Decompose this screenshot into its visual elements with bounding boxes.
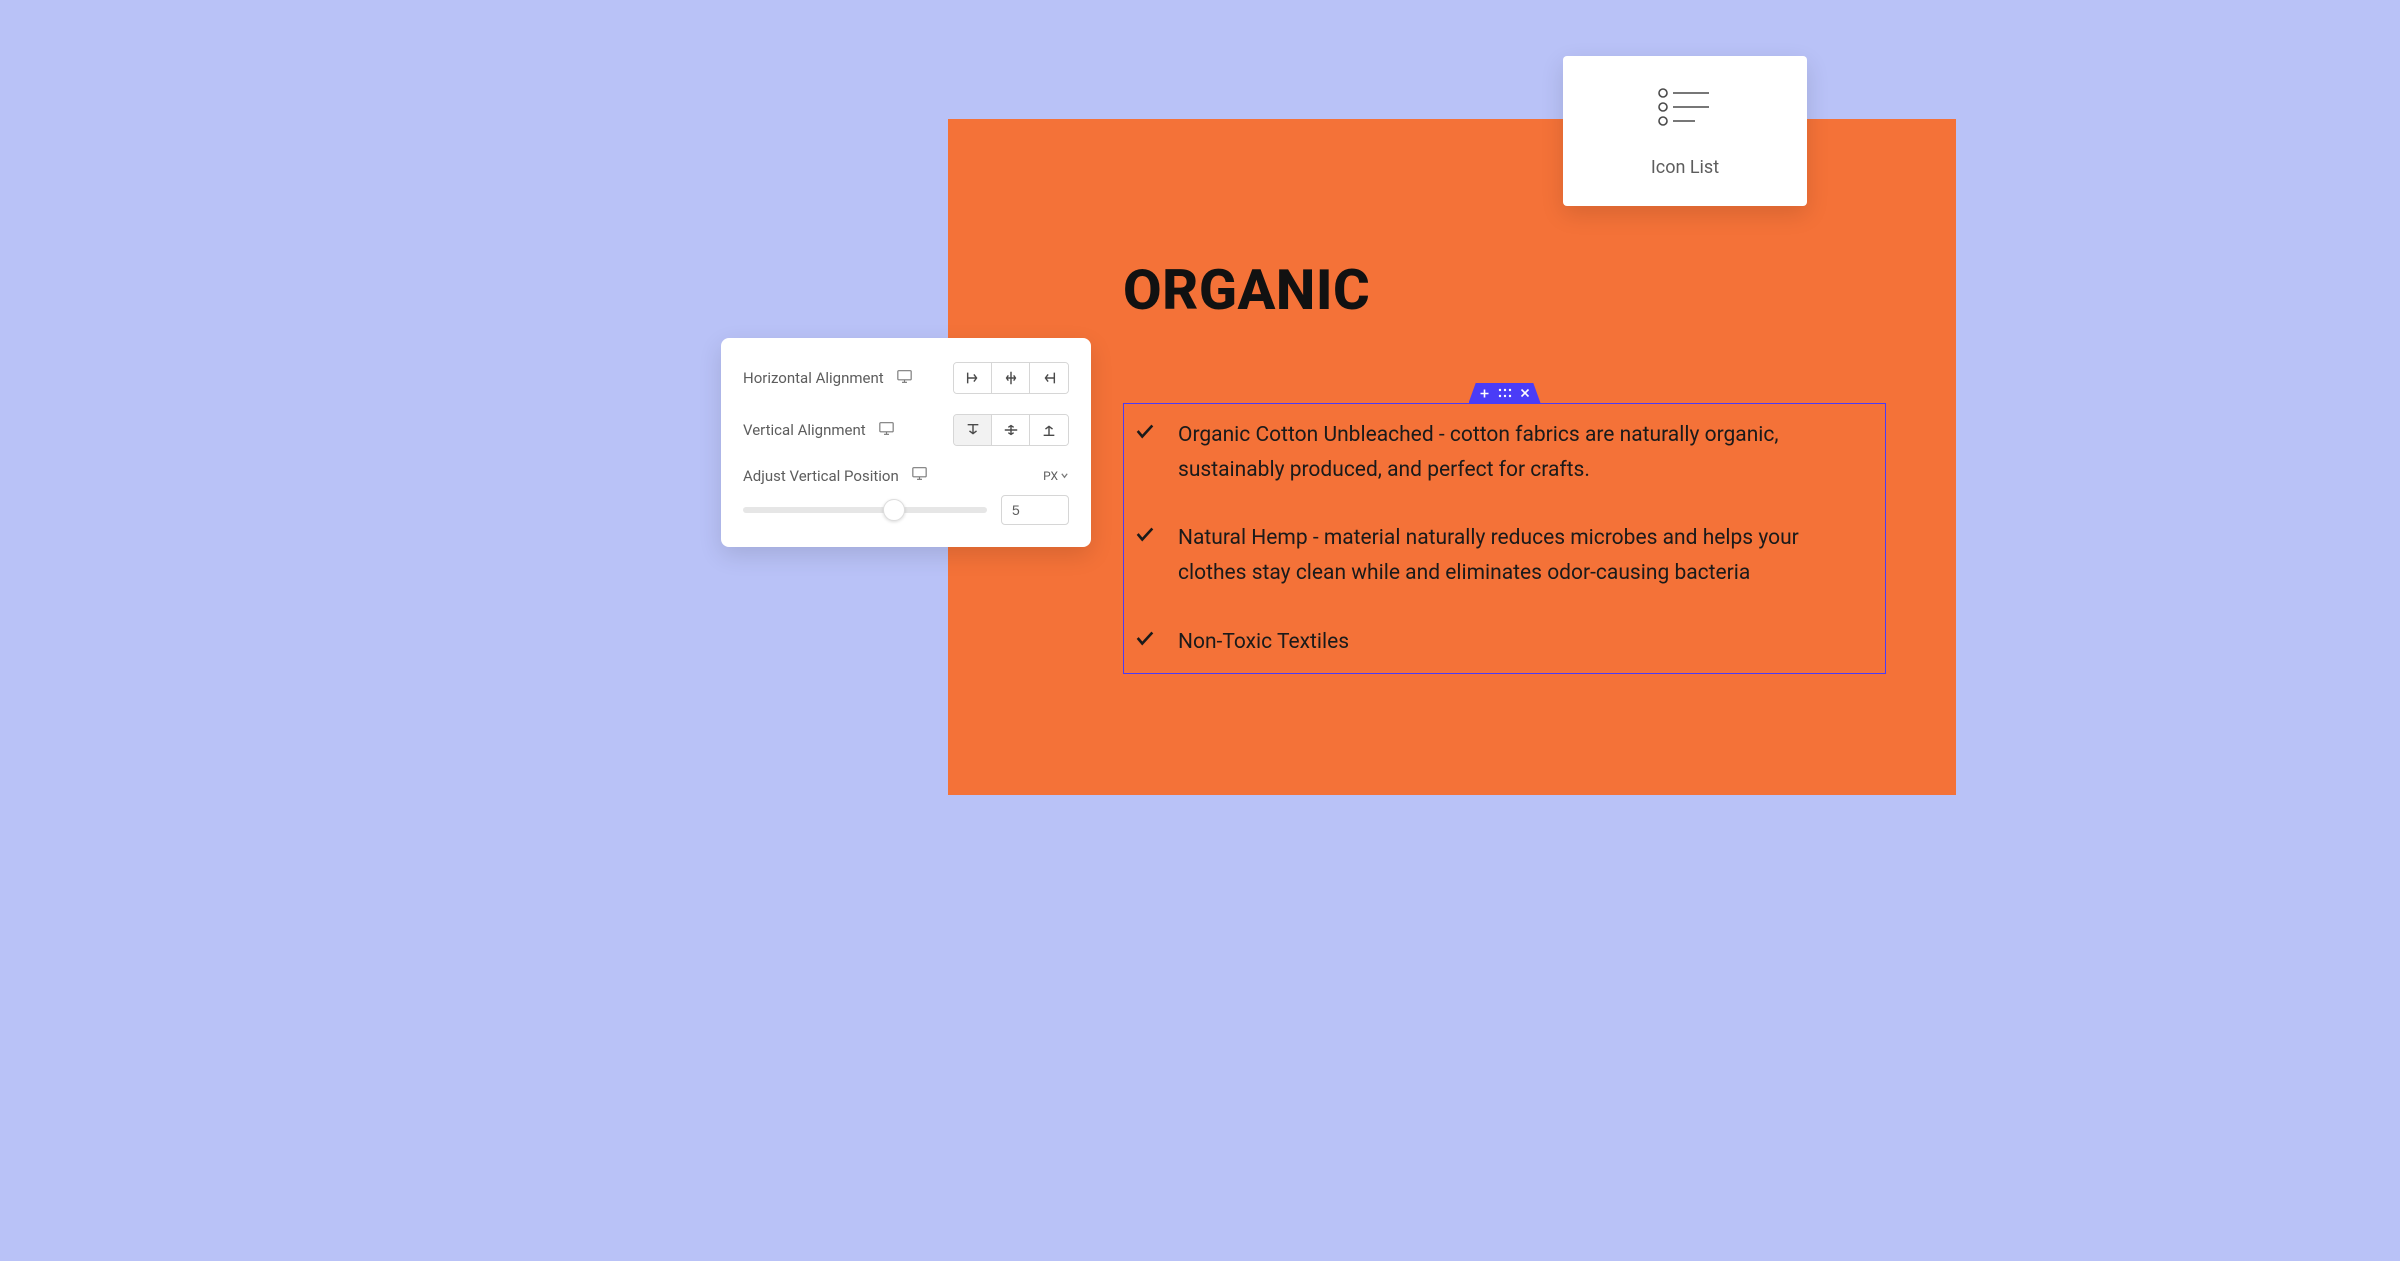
unit-label: PX xyxy=(1043,469,1058,483)
slider-row xyxy=(743,495,1069,525)
slider-thumb[interactable] xyxy=(883,499,905,521)
plus-icon[interactable] xyxy=(1479,388,1490,399)
check-icon xyxy=(1134,521,1156,549)
list-item: Organic Cotton Unbleached - cotton fabri… xyxy=(1134,418,1867,487)
vertical-align-group xyxy=(953,414,1069,446)
list-item: Non-Toxic Textiles xyxy=(1134,625,1867,660)
align-right-button[interactable] xyxy=(1030,363,1068,393)
canvas-panel: ORGANIC xyxy=(948,119,1956,795)
drag-handle-icon[interactable] xyxy=(1498,388,1512,398)
widget-toolbar xyxy=(1469,383,1541,403)
desktop-icon[interactable] xyxy=(911,466,928,485)
widget-card-label: Icon List xyxy=(1651,157,1719,178)
horizontal-alignment-label: Horizontal Alignment xyxy=(743,369,884,387)
align-left-button[interactable] xyxy=(954,363,992,393)
horizontal-align-group xyxy=(953,362,1069,394)
icon-list-widget-wrapper: Organic Cotton Unbleached - cotton fabri… xyxy=(1123,403,1886,674)
list-item-text: Non-Toxic Textiles xyxy=(1178,625,1867,660)
desktop-icon[interactable] xyxy=(896,369,913,388)
desktop-icon[interactable] xyxy=(878,421,895,440)
adjust-vertical-row: Adjust Vertical Position PX xyxy=(743,466,1069,485)
check-icon xyxy=(1134,418,1156,446)
list-item-text: Organic Cotton Unbleached - cotton fabri… xyxy=(1178,418,1867,487)
close-icon[interactable] xyxy=(1520,388,1530,398)
alignment-control-panel: Horizontal Alignment Vertical Alignme xyxy=(721,338,1091,547)
align-top-button[interactable] xyxy=(954,415,992,445)
unit-dropdown[interactable]: PX xyxy=(1043,469,1069,483)
vertical-position-slider[interactable] xyxy=(743,507,987,513)
vertical-alignment-row: Vertical Alignment xyxy=(743,414,1069,446)
icon-list-widget-card[interactable]: Icon List xyxy=(1563,56,1807,206)
list-item: Natural Hemp - material naturally reduce… xyxy=(1134,521,1867,590)
check-icon xyxy=(1134,625,1156,653)
align-bottom-button[interactable] xyxy=(1030,415,1068,445)
horizontal-alignment-row: Horizontal Alignment xyxy=(743,362,1069,394)
adjust-vertical-label: Adjust Vertical Position xyxy=(743,467,899,485)
icon-list-icon xyxy=(1655,85,1715,133)
align-center-button[interactable] xyxy=(992,363,1030,393)
list-item-text: Natural Hemp - material naturally reduce… xyxy=(1178,521,1867,590)
icon-list-widget[interactable]: Organic Cotton Unbleached - cotton fabri… xyxy=(1123,403,1886,674)
vertical-position-input[interactable] xyxy=(1001,495,1069,525)
align-middle-button[interactable] xyxy=(992,415,1030,445)
vertical-alignment-label: Vertical Alignment xyxy=(743,421,866,439)
page-heading: ORGANIC xyxy=(1123,257,1886,323)
